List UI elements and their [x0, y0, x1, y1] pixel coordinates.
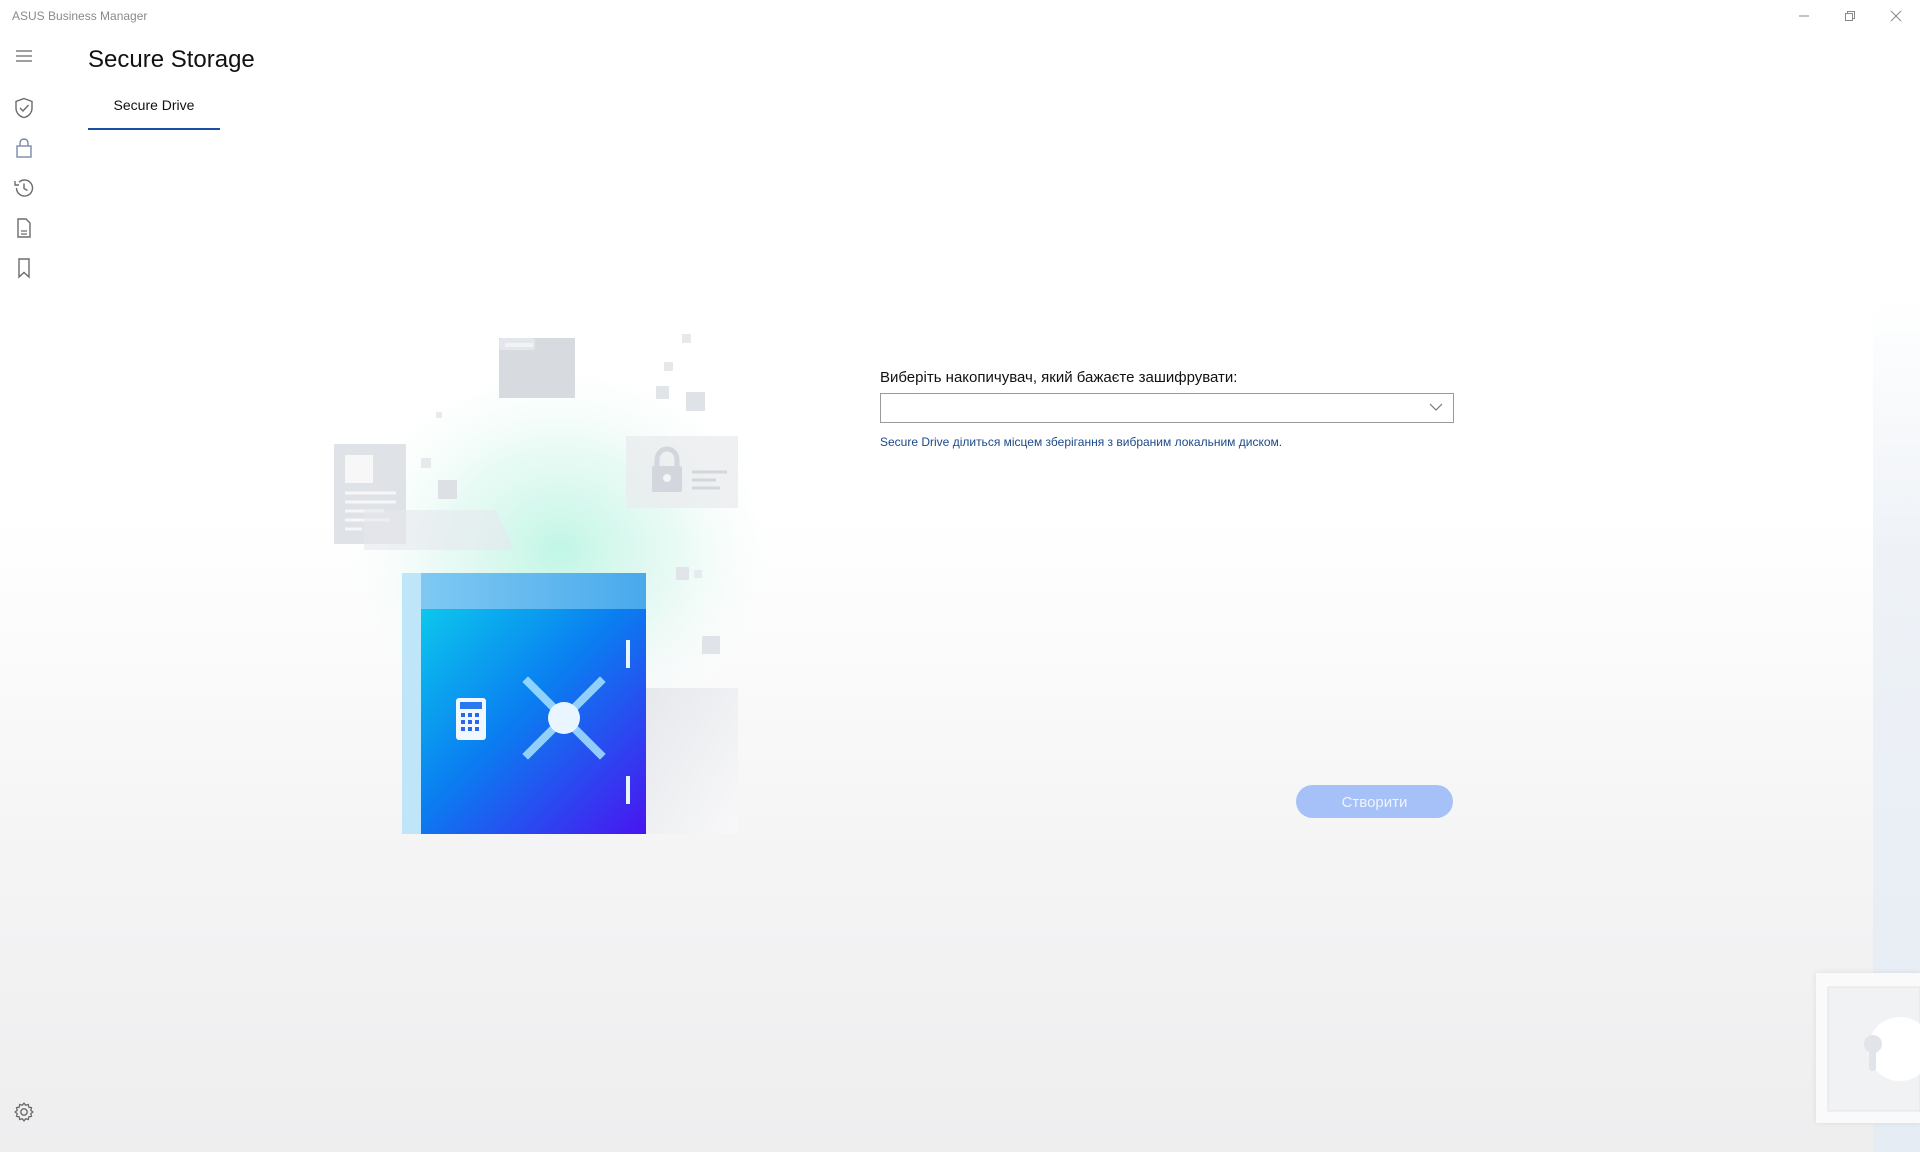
sidebar-item-bookmarks[interactable]	[12, 256, 36, 280]
restore-button[interactable]	[1832, 5, 1868, 27]
lock-icon	[16, 138, 32, 158]
close-button[interactable]	[1878, 5, 1914, 27]
drive-select[interactable]	[880, 393, 1454, 423]
sidebar-menu-button[interactable]	[12, 44, 36, 68]
document-icon	[17, 218, 31, 238]
menu-icon	[16, 50, 32, 62]
create-button[interactable]: Створити	[1296, 785, 1453, 818]
settings-button[interactable]	[12, 1100, 36, 1124]
title-bar: ASUS Business Manager	[0, 0, 1920, 32]
drive-select-label: Виберіть накопичувач, який бажаєте зашиф…	[880, 369, 1238, 386]
history-icon	[14, 179, 34, 197]
tab-secure-drive[interactable]: Secure Drive	[88, 92, 220, 130]
minimize-icon	[1799, 15, 1809, 17]
secure-vault-illustration	[300, 320, 800, 840]
tab-active-indicator	[88, 128, 220, 130]
sidebar-item-secure-storage[interactable]	[12, 136, 36, 160]
minimize-button[interactable]	[1786, 5, 1822, 27]
shield-check-icon	[15, 97, 33, 119]
app-title: ASUS Business Manager	[12, 9, 148, 23]
sidebar	[0, 40, 48, 1152]
page-title: Secure Storage	[88, 46, 255, 73]
sidebar-item-security[interactable]	[12, 96, 36, 120]
gear-icon	[14, 1102, 34, 1122]
keyhole-icon	[1827, 986, 1920, 1112]
corner-lock-widget[interactable]	[1816, 973, 1920, 1123]
sidebar-item-documents[interactable]	[12, 216, 36, 240]
sidebar-item-history[interactable]	[12, 176, 36, 200]
bookmark-icon	[18, 258, 30, 279]
chevron-down-icon	[1429, 403, 1443, 411]
close-icon	[1890, 10, 1902, 22]
drive-hint-text: Secure Drive ділиться місцем зберігання …	[880, 435, 1283, 449]
restore-icon	[1845, 11, 1855, 21]
tab-label: Secure Drive	[113, 97, 195, 113]
vault-illustration-graphic	[330, 334, 790, 834]
